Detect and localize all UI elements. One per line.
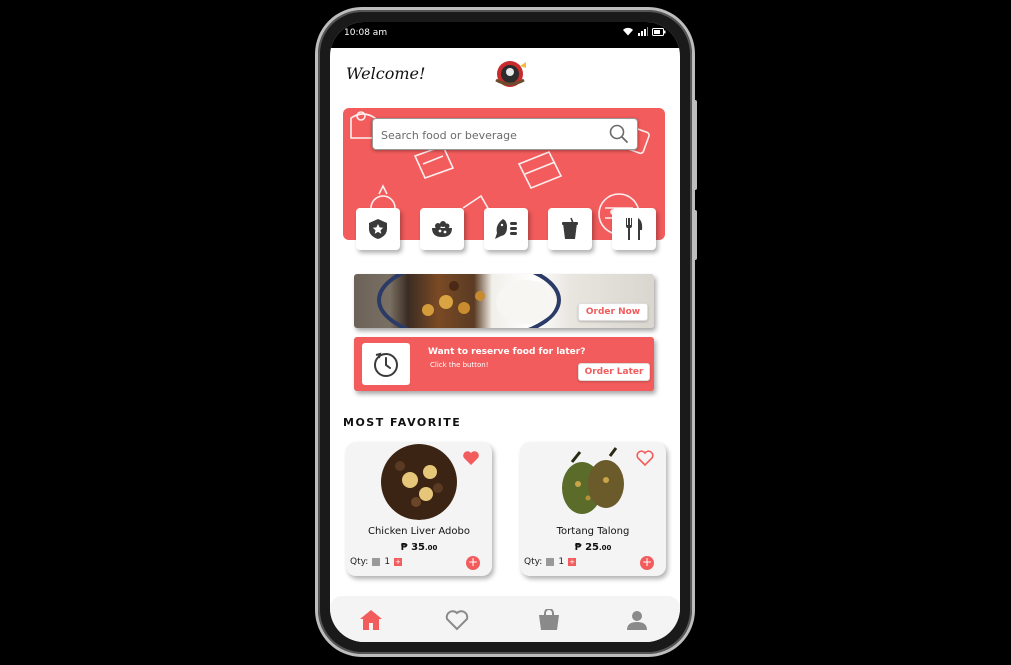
nav-profile[interactable] [624, 608, 650, 632]
app-logo [495, 61, 526, 87]
search-icon[interactable] [609, 124, 629, 144]
food-photo [380, 444, 458, 520]
nav-home[interactable] [358, 608, 384, 632]
qty-value: 1 [558, 557, 565, 567]
promo-banner[interactable]: Order Now [354, 274, 654, 328]
fork-knife-icon [626, 218, 643, 240]
order-later-button[interactable]: Order Later [578, 363, 650, 381]
star-badge-icon [369, 219, 387, 239]
clock-box [362, 343, 410, 385]
status-time: 10:08 am [344, 28, 388, 38]
app-screen: 10:08 am Welcome! Search food or beverag… [330, 22, 680, 642]
drink-cup-icon [562, 217, 578, 239]
qty-increase-button[interactable]: + [394, 558, 403, 566]
fish-icon [495, 219, 517, 239]
food-card[interactable]: Tortang Talong ₱ 25.00 Qty: 1 + + [520, 442, 666, 576]
category-button-meals[interactable] [420, 208, 464, 250]
search-bar[interactable] [372, 118, 638, 150]
home-icon [360, 610, 382, 630]
price-value: 25 [585, 542, 599, 553]
price-cents: .00 [598, 544, 612, 552]
reserve-subtitle: Click the button! [430, 361, 489, 369]
favorite-heart-icon[interactable] [462, 450, 480, 466]
qty-label: Qty: [524, 557, 543, 567]
quantity-stepper: Qty: 1 + [350, 557, 403, 567]
qty-decrease-button[interactable] [372, 558, 381, 566]
food-photo [554, 444, 632, 520]
bottom-nav [330, 596, 680, 642]
category-button-seafood[interactable] [484, 208, 528, 250]
currency-symbol: ₱ [574, 542, 582, 553]
currency-symbol: ₱ [400, 542, 408, 553]
favorite-heart-icon[interactable] [636, 450, 654, 466]
food-card[interactable]: Chicken Liver Adobo ₱ 35.00 Qty: 1 + + [346, 442, 492, 576]
reserve-banner: Want to reserve food for later? Click th… [354, 337, 654, 391]
category-button-dine-in[interactable] [612, 208, 656, 250]
profile-icon [627, 611, 647, 630]
add-to-cart-button[interactable]: + [466, 556, 480, 570]
food-name: Tortang Talong [556, 526, 630, 537]
heart-icon [445, 610, 469, 631]
category-button-drinks[interactable] [548, 208, 592, 250]
nav-favorites[interactable] [444, 608, 470, 632]
add-to-cart-button[interactable]: + [640, 556, 654, 570]
phone-frame: 10:08 am Welcome! Search food or beverag… [318, 10, 697, 654]
qty-increase-button[interactable]: + [568, 558, 577, 566]
welcome-heading: Welcome! [346, 64, 426, 83]
qty-decrease-button[interactable] [546, 558, 555, 566]
volume-button [693, 100, 697, 190]
signal-icon [638, 27, 648, 36]
status-icons [622, 27, 666, 36]
food-name: Chicken Liver Adobo [367, 526, 470, 537]
status-bar: 10:08 am [330, 22, 680, 48]
food-price: ₱ 25.00 [520, 542, 666, 553]
qty-value: 1 [384, 557, 391, 567]
timer-icon [374, 352, 398, 377]
quantity-stepper: Qty: 1 + [524, 557, 577, 567]
price-cents: .00 [424, 544, 438, 552]
category-button-specials[interactable] [356, 208, 400, 250]
battery-icon [652, 27, 666, 36]
food-price: ₱ 35.00 [346, 542, 492, 553]
reserve-title: Want to reserve food for later? [428, 347, 586, 357]
order-now-button[interactable]: Order Now [578, 303, 648, 321]
search-input[interactable] [379, 125, 603, 145]
wifi-icon [623, 27, 633, 36]
category-row [356, 208, 656, 254]
nav-cart[interactable] [536, 608, 562, 632]
power-button [693, 210, 697, 260]
shopping-bag-icon [539, 609, 559, 630]
most-favorite-title: MOST FAVORITE [343, 416, 462, 429]
qty-label: Qty: [350, 557, 369, 567]
salad-bowl-icon [432, 221, 452, 237]
price-value: 35 [411, 542, 425, 553]
